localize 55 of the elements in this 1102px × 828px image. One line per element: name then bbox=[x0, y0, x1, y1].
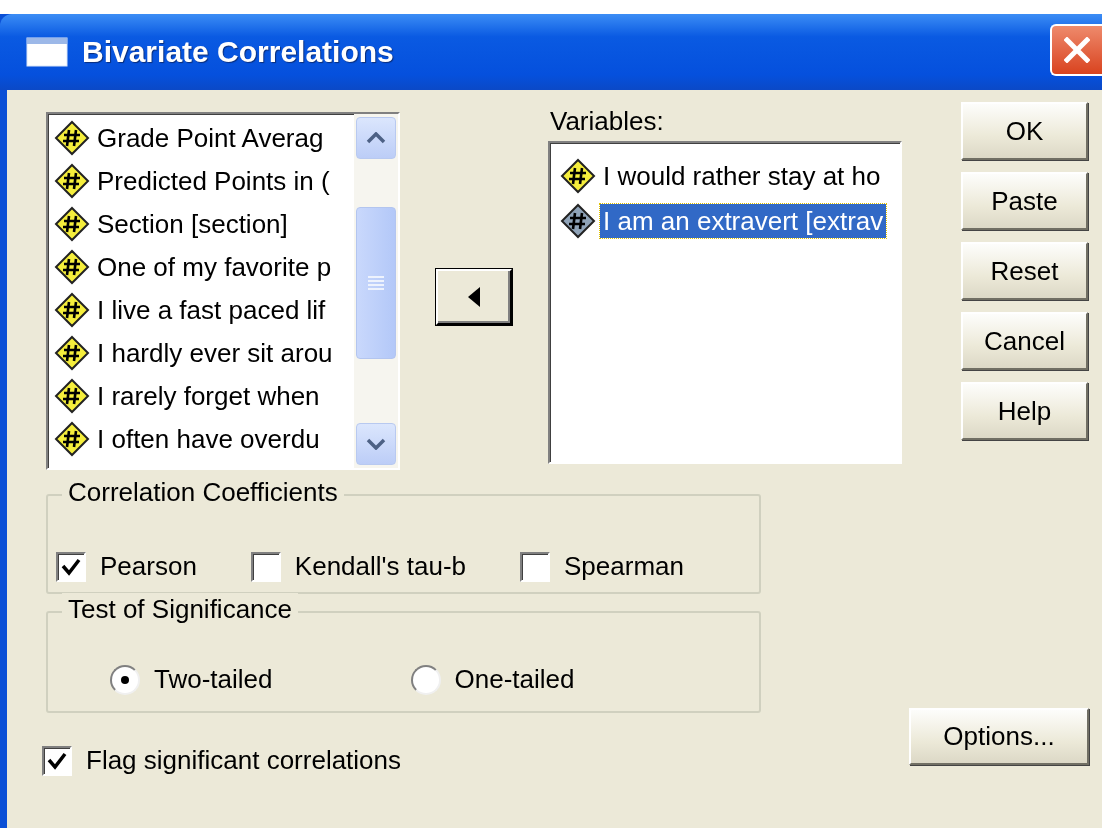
check-icon bbox=[47, 751, 67, 770]
checkbox-label: Kendall's tau-b bbox=[294, 551, 467, 582]
list-item[interactable]: I live a fast paced lif bbox=[94, 292, 329, 327]
list-item[interactable]: One of my favorite p bbox=[94, 249, 335, 284]
list-item[interactable]: I would rather stay at ho bbox=[600, 158, 884, 193]
check-icon bbox=[61, 557, 81, 576]
radio-button[interactable] bbox=[410, 664, 441, 695]
list-item[interactable]: I rarely forget when bbox=[94, 378, 323, 413]
dialog-button[interactable]: Paste bbox=[961, 172, 1088, 230]
group-title: Test of Significance bbox=[62, 593, 298, 625]
scroll-thumb[interactable] bbox=[356, 207, 396, 359]
grip-icon bbox=[368, 276, 384, 290]
close-icon bbox=[1064, 37, 1090, 63]
checkbox[interactable] bbox=[42, 745, 72, 776]
dialog-button[interactable]: Help bbox=[961, 382, 1088, 440]
scale-variable-icon bbox=[560, 202, 596, 239]
scale-variable-icon bbox=[54, 291, 90, 328]
move-button[interactable] bbox=[436, 269, 512, 325]
list-item[interactable]: I hardly ever sit arou bbox=[94, 335, 336, 370]
variables-label: Variables: bbox=[550, 106, 665, 136]
scale-variable-icon bbox=[54, 377, 90, 414]
radio-label: One-tailed bbox=[454, 664, 575, 695]
window-icon bbox=[26, 37, 68, 67]
scale-variable-icon bbox=[54, 205, 90, 242]
dialog-button[interactable]: Reset bbox=[961, 242, 1088, 300]
scale-variable-icon bbox=[54, 119, 90, 156]
checkbox-label: Spearman bbox=[564, 551, 684, 582]
list-item[interactable]: Predicted Points in ( bbox=[94, 163, 333, 198]
list-item[interactable]: I am an extravert [extrav bbox=[600, 203, 887, 238]
scale-variable-icon bbox=[54, 248, 90, 285]
list-item[interactable]: Grade Point Averag bbox=[94, 120, 327, 155]
scale-variable-icon bbox=[54, 162, 90, 199]
radio-label: Two-tailed bbox=[154, 664, 273, 695]
window-title: Bivariate Correlations bbox=[82, 35, 394, 69]
list-item[interactable]: Section [section] bbox=[94, 206, 291, 241]
list-item[interactable]: I often have overdu bbox=[94, 421, 323, 456]
left-triangle-icon bbox=[468, 287, 480, 307]
scroll-up-button[interactable] bbox=[356, 117, 396, 159]
scale-variable-icon bbox=[560, 157, 596, 194]
dialog-button[interactable]: OK bbox=[961, 102, 1088, 160]
dialog-button[interactable]: Cancel bbox=[961, 312, 1088, 370]
chevron-down-icon bbox=[366, 438, 386, 450]
scroll-down-button[interactable] bbox=[356, 423, 396, 465]
radio-button[interactable] bbox=[110, 664, 140, 695]
scale-variable-icon bbox=[54, 334, 90, 371]
options-button[interactable]: Options... bbox=[909, 708, 1089, 765]
checkbox[interactable] bbox=[56, 551, 86, 582]
checkbox-label: Flag significant correlations bbox=[86, 745, 402, 776]
checkbox[interactable] bbox=[520, 551, 551, 582]
checkbox[interactable] bbox=[250, 551, 281, 582]
checkbox-label: Pearson bbox=[100, 551, 197, 582]
chevron-up-icon bbox=[366, 132, 386, 144]
scale-variable-icon bbox=[54, 420, 90, 457]
scrollbar[interactable] bbox=[354, 114, 398, 468]
close-button[interactable] bbox=[1050, 24, 1102, 76]
